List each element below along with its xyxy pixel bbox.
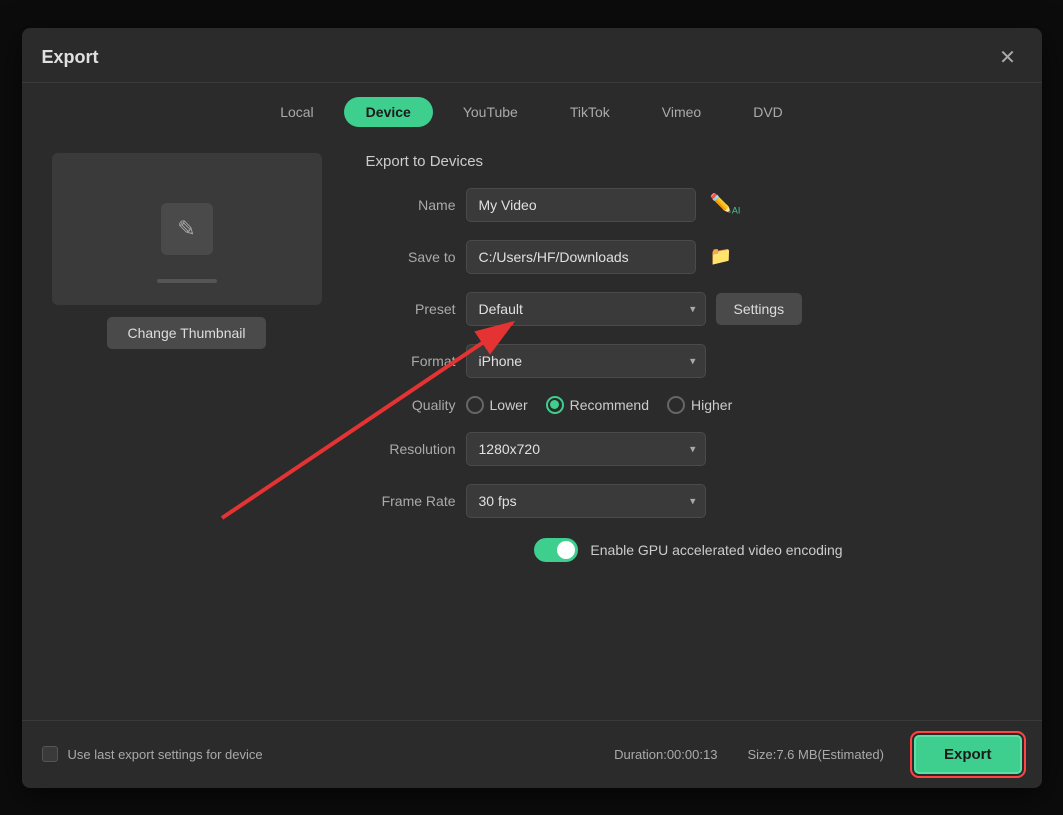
thumbnail-icon: ✎ <box>161 203 213 255</box>
resolution-select-wrap: 1280x720 1920x1080 720x480 ▾ <box>466 432 706 466</box>
section-title: Export to Devices <box>366 153 1012 170</box>
settings-panel: Export to Devices Name ✏️AI Save to 📁 <box>356 153 1022 720</box>
tabs-bar: Local Device YouTube TikTok Vimeo DVD <box>22 83 1042 137</box>
radio-recommend-circle <box>546 396 564 414</box>
quality-recommend[interactable]: Recommend <box>546 396 649 414</box>
preset-label: Preset <box>366 301 456 317</box>
close-button[interactable]: ✕ <box>994 44 1022 72</box>
size-info: Size:7.6 MB(Estimated) <box>747 747 884 762</box>
modal-header: Export ✕ <box>22 28 1042 83</box>
resolution-row: Resolution 1280x720 1920x1080 720x480 ▾ <box>366 432 1012 466</box>
thumbnail-panel: ✎ Change Thumbnail <box>42 153 332 720</box>
quality-recommend-label: Recommend <box>570 397 649 413</box>
format-select-wrap: iPhone iPad Android Apple TV ▾ <box>466 344 706 378</box>
quality-lower[interactable]: Lower <box>466 396 528 414</box>
toggle-knob <box>557 541 575 559</box>
duration-info: Duration:00:00:13 <box>614 747 717 762</box>
preset-row: Preset Default Custom ▾ Settings <box>366 292 1012 326</box>
name-input[interactable] <box>466 188 696 222</box>
tab-local[interactable]: Local <box>258 97 335 127</box>
last-settings-checkbox[interactable] <box>42 746 58 762</box>
modal-overlay: Export ✕ Local Device YouTube TikTok Vim… <box>0 0 1063 815</box>
browse-folder-button[interactable]: 📁 <box>706 242 736 271</box>
name-row: Name ✏️AI <box>366 188 1012 222</box>
tab-vimeo[interactable]: Vimeo <box>640 97 723 127</box>
radio-higher-circle <box>667 396 685 414</box>
export-modal: Export ✕ Local Device YouTube TikTok Vim… <box>22 28 1042 788</box>
modal-body: ✎ Change Thumbnail Export to Devices Nam… <box>22 137 1042 720</box>
resolution-select[interactable]: 1280x720 1920x1080 720x480 <box>466 432 706 466</box>
quality-higher-label: Higher <box>691 397 732 413</box>
thumbnail-preview: ✎ <box>52 153 322 305</box>
footer-right: Duration:00:00:13 Size:7.6 MB(Estimated)… <box>614 735 1021 774</box>
quality-label: Quality <box>366 397 456 413</box>
tab-dvd[interactable]: DVD <box>731 97 805 127</box>
format-label: Format <box>366 353 456 369</box>
radio-lower-circle <box>466 396 484 414</box>
quality-higher[interactable]: Higher <box>667 396 732 414</box>
resolution-label: Resolution <box>366 441 456 457</box>
save-to-row: Save to 📁 <box>366 240 1012 274</box>
gpu-label: Enable GPU accelerated video encoding <box>590 542 842 558</box>
name-label: Name <box>366 197 456 213</box>
thumbnail-line <box>157 279 217 283</box>
format-select[interactable]: iPhone iPad Android Apple TV <box>466 344 706 378</box>
frame-rate-select[interactable]: 30 fps 24 fps 60 fps <box>466 484 706 518</box>
quality-radio-group: Lower Recommend Higher <box>466 396 733 414</box>
quality-lower-label: Lower <box>490 397 528 413</box>
quality-row: Quality Lower Recommend Higher <box>366 396 1012 414</box>
frame-rate-select-wrap: 30 fps 24 fps 60 fps ▾ <box>466 484 706 518</box>
save-to-label: Save to <box>366 249 456 265</box>
ai-rename-button[interactable]: ✏️AI <box>706 189 745 220</box>
tab-device[interactable]: Device <box>344 97 433 127</box>
change-thumbnail-button[interactable]: Change Thumbnail <box>107 317 265 349</box>
tab-tiktok[interactable]: TikTok <box>548 97 632 127</box>
ai-icon: ✏️AI <box>710 193 741 216</box>
footer-left: Use last export settings for device <box>42 746 263 762</box>
frame-rate-row: Frame Rate 30 fps 24 fps 60 fps ▾ <box>366 484 1012 518</box>
frame-rate-label: Frame Rate <box>366 493 456 509</box>
format-row: Format iPhone iPad Android Apple TV ▾ <box>366 344 1012 378</box>
settings-button[interactable]: Settings <box>716 293 803 325</box>
modal-title: Export <box>42 47 99 68</box>
last-settings-label: Use last export settings for device <box>68 747 263 762</box>
modal-footer: Use last export settings for device Dura… <box>22 720 1042 788</box>
gpu-toggle[interactable] <box>534 538 578 562</box>
pencil-icon: ✎ <box>177 216 195 242</box>
preset-select[interactable]: Default Custom <box>466 292 706 326</box>
tab-youtube[interactable]: YouTube <box>441 97 540 127</box>
folder-icon: 📁 <box>710 246 732 266</box>
gpu-row: Enable GPU accelerated video encoding <box>366 538 1012 562</box>
preset-select-wrap: Default Custom ▾ <box>466 292 706 326</box>
save-to-input[interactable] <box>466 240 696 274</box>
export-button[interactable]: Export <box>914 735 1022 774</box>
